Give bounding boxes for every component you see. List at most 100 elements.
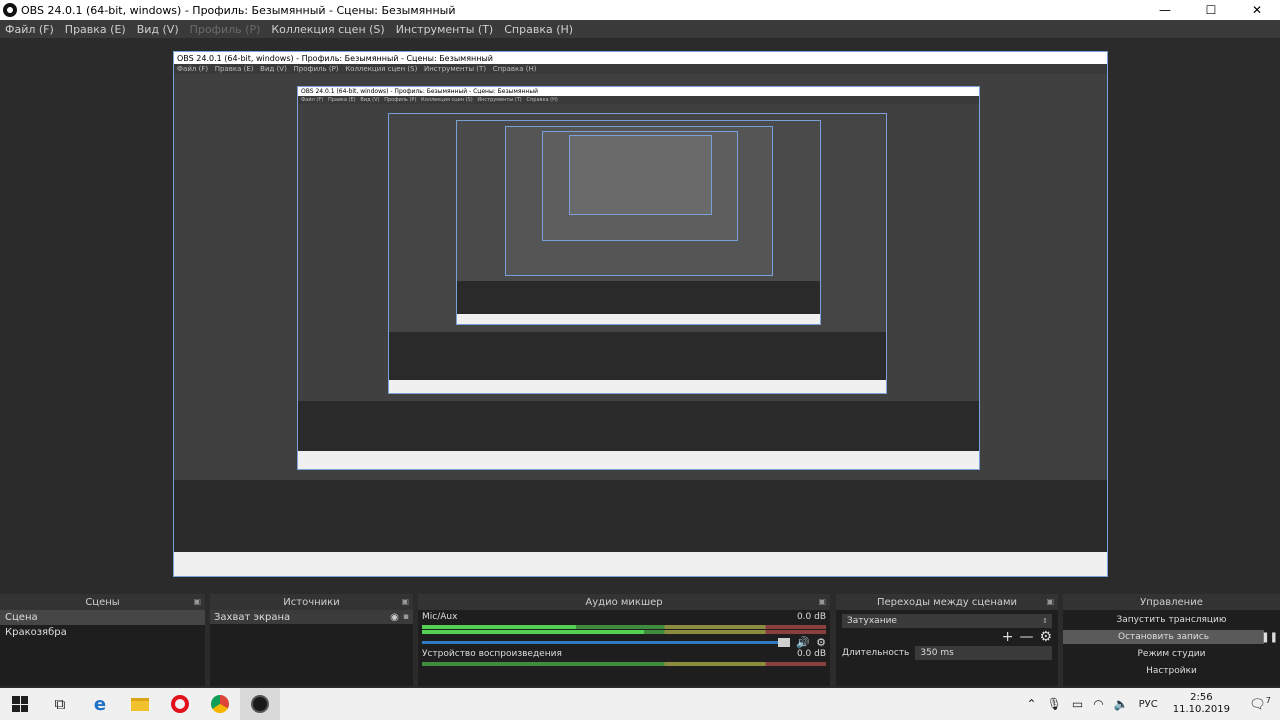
file-explorer-icon[interactable] [120, 688, 160, 720]
obs-logo-icon [3, 3, 17, 17]
mixer-dock-header: Аудио микшер ▣ [418, 594, 830, 610]
nested-capture-level-7 [569, 135, 712, 215]
mixer-track-desktop: Устройство воспроизведения 0.0 dB [422, 649, 826, 666]
window-titlebar: OBS 24.0.1 (64-bit, windows) - Профиль: … [0, 0, 1280, 20]
nested-capture-level-2: OBS 24.0.1 (64-bit, windows) - Профиль: … [297, 86, 980, 470]
mixer-body: Mic/Aux 0.0 dB 🔊 ⚙ Устройство воспроизве… [418, 610, 830, 686]
scenes-dock-title: Сцены [85, 596, 120, 608]
duration-label: Длительность [842, 648, 910, 658]
gear-icon[interactable]: ⚙ [816, 636, 826, 649]
notifications-icon[interactable]: 🗨7 [1240, 696, 1280, 712]
dock-options-icon[interactable]: ▣ [818, 597, 826, 606]
transition-selected: Затухание [847, 616, 897, 626]
menu-edit[interactable]: Правка (E) [65, 23, 126, 36]
stop-recording-label: Остановить запись [1117, 632, 1210, 642]
nested-capture-level-6 [542, 131, 738, 241]
battery-icon[interactable]: ▭ [1072, 697, 1083, 711]
dock-options-icon[interactable]: ▣ [401, 597, 409, 606]
sources-list[interactable]: Захват экрана ◉ ▪ [210, 610, 413, 686]
close-button[interactable]: ✕ [1234, 0, 1280, 20]
menu-tools[interactable]: Инструменты (T) [396, 23, 494, 36]
scenes-dock-header: Сцены ▣ [0, 594, 205, 610]
preview-canvas[interactable]: OBS 24.0.1 (64-bit, windows) - Профиль: … [8, 40, 1272, 582]
opera-browser-icon[interactable] [160, 688, 200, 720]
start-streaming-button[interactable]: Запустить трансляцию [1063, 613, 1280, 627]
pause-icon[interactable]: ❚❚ [1261, 632, 1278, 643]
clock-date: 11.10.2019 [1172, 704, 1230, 715]
scene-item[interactable]: Сцена [0, 610, 205, 625]
transitions-dock-header: Переходы между сценами ▣ [836, 594, 1058, 610]
dock-options-icon[interactable]: ▣ [1046, 597, 1054, 606]
nested-taskbar-3 [389, 380, 886, 393]
menu-scene-collection[interactable]: Коллекция сцен (S) [271, 23, 384, 36]
track-name: Mic/Aux [422, 612, 458, 622]
duration-spinbox[interactable]: 350 ms [915, 646, 1052, 660]
track-db: 0.0 dB [796, 649, 826, 659]
nested-docks-3 [389, 332, 886, 382]
scenes-list[interactable]: Сцена Кракозябра [0, 610, 205, 686]
nested-window-title-2: OBS 24.0.1 (64-bit, windows) - Профиль: … [301, 88, 538, 95]
start-button[interactable] [0, 688, 40, 720]
nested-menu-bar-2: Файл (F) Правка (E) Вид (V) Профиль (P) … [298, 96, 979, 104]
duration-value: 350 ms [920, 648, 954, 658]
chevron-updown-icon: ⇕ [1042, 617, 1048, 625]
nested-taskbar-1 [174, 552, 1107, 576]
window-title: OBS 24.0.1 (64-bit, windows) - Профиль: … [21, 3, 456, 17]
controls-dock-header: Управление [1063, 594, 1280, 610]
lock-icon[interactable]: ▪ [403, 612, 409, 622]
nested-capture-level-1: OBS 24.0.1 (64-bit, windows) - Профиль: … [173, 51, 1108, 577]
nested-capture-level-5 [505, 126, 773, 276]
settings-button[interactable]: Настройки [1063, 664, 1280, 678]
system-tray: ⌃ 🎙 ▭ ◠ 🔈 РУС 2:56 11.10.2019 🗨7 [1022, 688, 1280, 720]
audio-mixer-dock: Аудио микшер ▣ Mic/Aux 0.0 dB 🔊 ⚙ Устрой… [418, 594, 830, 686]
dock-options-icon[interactable]: ▣ [193, 597, 201, 606]
transitions-dock: Переходы между сценами ▣ Затухание ⇕ + —… [836, 594, 1058, 686]
volume-meter [422, 625, 826, 629]
transition-select[interactable]: Затухание ⇕ [842, 614, 1052, 628]
nested-taskbar-2 [298, 451, 979, 469]
volume-slider[interactable] [422, 637, 791, 647]
nested-preview-4 [457, 121, 820, 281]
remove-icon[interactable]: — [1019, 629, 1033, 645]
track-db: 0.0 dB [796, 612, 826, 622]
edge-browser-icon[interactable]: e [80, 688, 120, 720]
stop-recording-button[interactable]: Остановить запись ❚❚ [1063, 630, 1278, 644]
wifi-icon[interactable]: ◠ [1093, 697, 1103, 711]
chrome-browser-icon[interactable] [200, 688, 240, 720]
minimize-button[interactable]: — [1142, 0, 1188, 20]
nested-preview: OBS 24.0.1 (64-bit, windows) - Профиль: … [174, 74, 1107, 480]
menu-file[interactable]: Файл (F) [5, 23, 54, 36]
sources-dock: Источники ▣ Захват экрана ◉ ▪ [210, 594, 413, 686]
maximize-button[interactable]: ☐ [1188, 0, 1234, 20]
controls-dock-title: Управление [1140, 596, 1203, 608]
chevron-up-icon[interactable]: ⌃ [1027, 697, 1037, 711]
nested-menu-bar: Файл (F) Правка (E) Вид (V) Профиль (P) … [174, 64, 1107, 74]
clock[interactable]: 2:56 11.10.2019 [1173, 692, 1230, 716]
menu-help[interactable]: Справка (H) [504, 23, 573, 36]
obs-taskbar-icon[interactable] [240, 688, 280, 720]
notification-count: 7 [1265, 695, 1271, 705]
volume-icon[interactable]: 🔈 [1114, 697, 1129, 711]
nested-docks-2 [298, 401, 979, 453]
mixer-track-mic: Mic/Aux 0.0 dB 🔊 ⚙ [422, 612, 826, 649]
speaker-icon[interactable]: 🔊 [796, 636, 810, 649]
menu-profile[interactable]: Профиль (P) [190, 23, 261, 36]
transitions-body: Затухание ⇕ + — ⚙ Длительность 350 ms [836, 610, 1058, 686]
source-item[interactable]: Захват экрана ◉ ▪ [210, 610, 413, 624]
visibility-eye-icon[interactable]: ◉ [390, 612, 399, 623]
sources-dock-header: Источники ▣ [210, 594, 413, 610]
studio-mode-button[interactable]: Режим студии [1063, 647, 1280, 661]
language-indicator[interactable]: РУС [1139, 699, 1158, 710]
menu-view[interactable]: Вид (V) [137, 23, 179, 36]
microphone-icon[interactable]: 🎙 [1047, 697, 1062, 711]
nested-capture-level-4 [456, 120, 821, 325]
nested-taskbar-4 [457, 314, 820, 324]
add-icon[interactable]: + [1002, 629, 1014, 645]
controls-dock: Управление Запустить трансляцию Останови… [1063, 594, 1280, 686]
task-view-icon[interactable]: ⧉ [40, 688, 80, 720]
scene-item[interactable]: Кракозябра [0, 625, 205, 640]
volume-slider-handle[interactable] [778, 637, 791, 647]
windows-logo-icon [12, 696, 28, 712]
sources-dock-title: Источники [283, 596, 340, 608]
gear-icon[interactable]: ⚙ [1039, 629, 1052, 645]
